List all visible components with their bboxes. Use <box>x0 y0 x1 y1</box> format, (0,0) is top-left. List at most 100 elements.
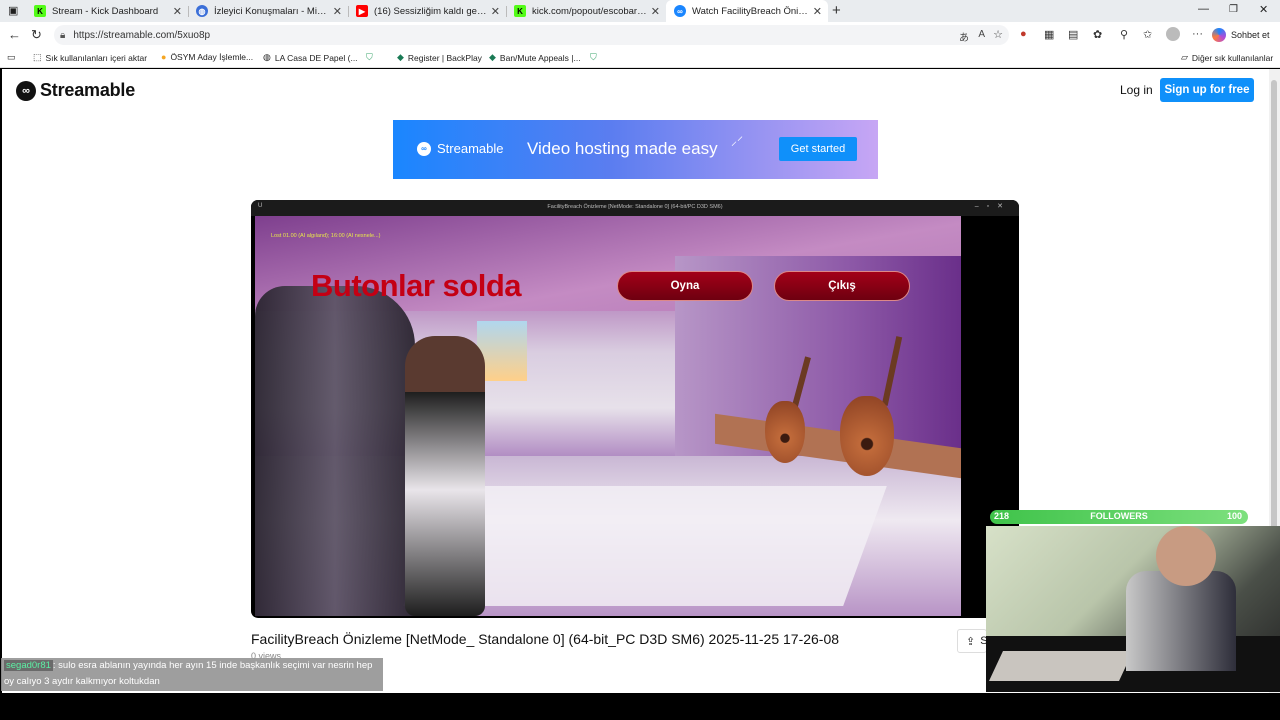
bookmark-label: LA Casa DE Papel (... <box>274 52 358 63</box>
bookmark-label: Ban/Mute Appeals |... <box>499 52 581 63</box>
signup-button[interactable]: Sign up for free <box>1160 78 1254 102</box>
bookmark-import[interactable]: ⬚ Sık kullanılanları içeri aktar <box>33 52 147 63</box>
close-icon[interactable]: ✕ <box>813 5 822 18</box>
video-player[interactable]: U FacilityBreach Önizleme [NetMode: Stan… <box>251 200 1019 618</box>
tab-izleyici[interactable]: ◍ İzleyici Konuşmaları - MissXss AI B ✕ <box>188 0 348 22</box>
character <box>405 336 485 616</box>
gaming-chair <box>255 286 415 616</box>
exit-game-button: Çıkış <box>774 271 910 301</box>
globe-icon: ◍ <box>263 52 271 62</box>
extension-icon[interactable]: ⚲ <box>1120 28 1128 41</box>
import-icon: ⬚ <box>33 52 42 62</box>
bookmark-lacasa[interactable]: ◍ LA Casa DE Papel (... <box>263 52 358 63</box>
copilot-button[interactable]: Sohbet et <box>1212 26 1270 44</box>
url-text: https://streamable.com/5xuo8p <box>73 29 211 41</box>
banner-tagline: Video hosting made easy <box>527 139 718 158</box>
tab-kick-chat[interactable]: K kick.com/popout/escobarzy/chat ✕ <box>506 0 666 22</box>
tab-actions-icon[interactable]: ▣ <box>8 4 18 17</box>
guitar <box>765 401 805 463</box>
osym-icon: ● <box>161 52 167 62</box>
extensions-icon[interactable]: ✿ <box>1093 28 1102 41</box>
globe-icon: ◍ <box>196 5 208 17</box>
read-aloud-icon[interactable]: A <box>978 29 985 40</box>
webcam-keyboard <box>989 651 1133 681</box>
window-close-button[interactable]: ✕ <box>1259 3 1268 16</box>
copilot-label: Sohbet et <box>1231 30 1270 40</box>
extension-icon[interactable]: ● <box>1020 28 1027 40</box>
refresh-button[interactable]: ↻ <box>31 27 42 43</box>
kick-icon: K <box>514 5 526 17</box>
more-menu-icon[interactable]: ··· <box>1192 28 1203 40</box>
shield-icon: ⛉ <box>366 52 373 62</box>
chat-message: : sulo esra ablanın yayında her ayın 15 … <box>4 660 373 687</box>
tab-strip: ▣ K Stream - Kick Dashboard ✕ ◍ İzleyici… <box>0 0 1280 22</box>
login-link[interactable]: Log in <box>1120 83 1153 97</box>
favorites-icon[interactable]: ✩ <box>1143 28 1152 41</box>
banner-logo: ∞ Streamable <box>417 141 503 156</box>
close-icon[interactable]: ✕ <box>173 5 182 18</box>
bookmark-shield-2[interactable]: ⛉ <box>590 52 601 63</box>
chat-username: segad0r81 <box>4 660 53 671</box>
kick-icon: K <box>34 5 46 17</box>
restore-button[interactable]: ❐ <box>1229 4 1238 15</box>
site-brand: Streamable <box>40 80 136 100</box>
address-bar[interactable]: 🔒︎ https://streamable.com/5xuo8p あ A ☆ <box>54 25 1009 45</box>
lock-icon[interactable]: 🔒︎ <box>60 30 65 41</box>
tab-title: Stream - Kick Dashboard <box>52 5 159 17</box>
streamable-logo-icon: ∞ <box>16 80 36 101</box>
close-icon[interactable]: ✕ <box>333 5 342 18</box>
sidebar-toggle-icon[interactable]: ▭ <box>7 52 16 63</box>
bookmark-backplay[interactable]: ◆ Register | BackPlay <box>397 52 482 63</box>
tab-title: Watch FacilityBreach Önizleme [N <box>692 5 809 17</box>
followers-goal-bar: 218 FOLLOWERS 100 <box>990 510 1248 524</box>
back-button[interactable]: ← <box>8 27 21 42</box>
translate-icon[interactable]: あ <box>959 29 969 44</box>
promo-banner[interactable]: ∞ Streamable Video hosting made easy ⸝⸍ … <box>393 120 878 179</box>
webcam-person-face <box>1156 526 1216 586</box>
other-bookmarks[interactable]: ▱ Diğer sık kullanılanlar <box>1181 52 1273 63</box>
webcam-overlay <box>986 526 1280 692</box>
other-bookmarks-label: Diğer sık kullanılanlar <box>1191 52 1274 63</box>
bookmark-label: Sık kullanılanları içeri aktar <box>45 52 148 63</box>
game-window-controls: –▫✕ <box>974 203 1011 210</box>
streamable-logo-icon: ∞ <box>417 141 431 156</box>
bookmark-appeals[interactable]: ◆ Ban/Mute Appeals |... <box>489 52 581 63</box>
new-tab-button[interactable]: + <box>832 2 841 19</box>
profile-avatar[interactable] <box>1166 27 1180 41</box>
minimize-button[interactable]: — <box>1198 3 1209 15</box>
game-window-title: FacilityBreach Önizleme [NetMode: Standa… <box>547 204 723 210</box>
shield-icon: ⛉ <box>590 52 597 62</box>
tab-youtube[interactable]: ▶ (16) Sessizliğim kaldı geriye ft. Se ✕ <box>348 0 506 22</box>
bookmark-shield[interactable]: ⛉ <box>366 52 377 63</box>
tab-kick-dashboard[interactable]: K Stream - Kick Dashboard ✕ <box>26 0 188 22</box>
share-button[interactable]: ⇪ S <box>957 629 988 653</box>
backplay-icon: ◆ <box>489 52 496 62</box>
video-title: FacilityBreach Önizleme [NetMode_ Standa… <box>251 631 840 647</box>
extension-icon[interactable]: ▦ <box>1044 28 1054 41</box>
scene-heading: Butonlar solda <box>311 268 522 303</box>
extension-icon[interactable]: ▤ <box>1068 28 1078 41</box>
share-icon: ⇪ <box>966 635 976 648</box>
banner-brand: Streamable <box>437 141 504 156</box>
site-logo[interactable]: ∞ Streamable <box>16 80 135 101</box>
followers-label: FOLLOWERS <box>1090 511 1148 521</box>
favorite-star-icon[interactable]: ☆ <box>993 28 1003 41</box>
play-game-button: Oyna <box>617 271 753 301</box>
bookmark-osym[interactable]: ● ÖSYM Aday İşlemle... <box>161 52 253 62</box>
followers-goal: 100 <box>1226 511 1242 521</box>
bookmark-label: Register | BackPlay <box>407 52 482 63</box>
hud-text: Lost 01.00 (AI algıland); 16:00 (AI nesn… <box>271 233 381 239</box>
tab-title: (16) Sessizliğim kaldı geriye ft. Se <box>374 5 487 17</box>
chat-overlay: segad0r81: sulo esra ablanın yayında her… <box>1 658 383 691</box>
close-icon[interactable]: ✕ <box>491 5 500 18</box>
bookmark-label: ÖSYM Aday İşlemle... <box>170 52 254 62</box>
backplay-icon: ◆ <box>397 52 404 62</box>
streamable-icon: ∞ <box>674 5 686 17</box>
tab-title: kick.com/popout/escobarzy/chat <box>532 5 647 17</box>
game-window-titlebar: U FacilityBreach Önizleme [NetMode: Stan… <box>251 200 1019 216</box>
close-icon[interactable]: ✕ <box>651 5 660 18</box>
tab-streamable[interactable]: ∞ Watch FacilityBreach Önizleme [N ✕ <box>666 0 828 22</box>
folder-icon: ▱ <box>1181 52 1188 62</box>
get-started-button[interactable]: Get started <box>779 137 857 161</box>
guitar <box>840 396 894 476</box>
